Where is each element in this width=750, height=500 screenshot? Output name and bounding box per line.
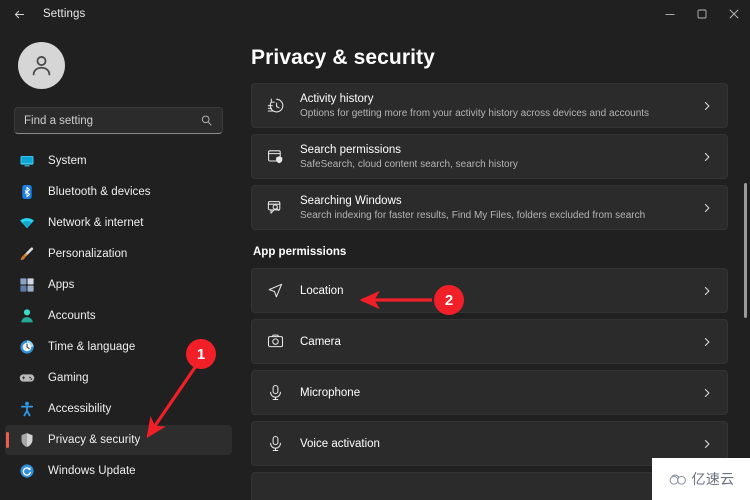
search-box[interactable] bbox=[14, 107, 223, 134]
chevron-right-icon bbox=[700, 286, 714, 296]
annotation-badge-1: 1 bbox=[186, 339, 216, 369]
permission-card-location[interactable]: Location bbox=[251, 268, 728, 313]
maximize-button[interactable] bbox=[686, 0, 718, 28]
card-text: Camera bbox=[300, 335, 700, 349]
card-title: Searching Windows bbox=[300, 194, 402, 207]
sidebar-item-label: Accessibility bbox=[48, 403, 112, 415]
settings-card-searching-windows[interactable]: Searching Windows Search indexing for fa… bbox=[251, 185, 728, 230]
card-title: Search permissions bbox=[300, 143, 401, 156]
accounts-icon bbox=[18, 308, 35, 325]
sidebar-item-label: System bbox=[48, 155, 87, 167]
search-icon bbox=[201, 115, 212, 126]
sidebar-item-apps[interactable]: Apps bbox=[5, 270, 232, 300]
sidebar-item-windows-update[interactable]: Windows Update bbox=[5, 456, 232, 486]
sidebar: System Bluetooth & devices Network & int… bbox=[0, 28, 237, 500]
sidebar-item-personalization[interactable]: Personalization bbox=[5, 239, 232, 269]
cloud-logo-icon bbox=[669, 474, 686, 485]
chevron-right-icon bbox=[700, 439, 714, 449]
close-button[interactable] bbox=[718, 0, 750, 28]
sidebar-item-label: Gaming bbox=[48, 372, 89, 384]
sidebar-item-label: Windows Update bbox=[48, 465, 136, 477]
main-content: Privacy & security Activity history Opti… bbox=[237, 28, 750, 500]
sidebar-item-bluetooth-devices[interactable]: Bluetooth & devices bbox=[5, 177, 232, 207]
gamepad-icon bbox=[18, 370, 35, 387]
window-title: Settings bbox=[43, 8, 86, 20]
sidebar-item-accounts[interactable]: Accounts bbox=[5, 301, 232, 331]
shield-icon bbox=[18, 432, 35, 449]
chevron-right-icon bbox=[700, 388, 714, 398]
settings-card-search-permissions[interactable]: Search permissions SafeSearch, cloud con… bbox=[251, 134, 728, 179]
card-text: Activity history Options for getting mor… bbox=[300, 92, 700, 120]
chevron-right-icon bbox=[700, 101, 714, 111]
settings-window: Settings Find a setting System Bluetooth… bbox=[0, 0, 750, 500]
clock-icon bbox=[18, 339, 35, 356]
search-permissions-icon bbox=[266, 148, 284, 165]
card-subtitle: Options for getting more from your activ… bbox=[300, 107, 650, 119]
sidebar-item-label: Personalization bbox=[48, 248, 128, 260]
back-button[interactable] bbox=[4, 0, 34, 28]
restore-icon bbox=[697, 9, 707, 19]
card-subtitle: Search indexing for faster results, Find… bbox=[300, 209, 646, 221]
card-text: Voice activation bbox=[300, 437, 700, 451]
card-title: Voice activation bbox=[300, 437, 380, 450]
wifi-icon bbox=[18, 215, 35, 232]
card-text: Microphone bbox=[300, 386, 700, 400]
card-text: Searching Windows Search indexing for fa… bbox=[300, 194, 700, 222]
section-heading-app-permissions: App permissions bbox=[253, 246, 347, 258]
chevron-right-icon bbox=[700, 337, 714, 347]
watermark: 亿速云 bbox=[652, 458, 750, 500]
sidebar-item-accessibility[interactable]: Accessibility bbox=[5, 394, 232, 424]
microphone-icon bbox=[266, 435, 284, 452]
activity-history-icon bbox=[266, 97, 284, 114]
searching-windows-icon bbox=[266, 199, 284, 216]
chevron-right-icon bbox=[700, 203, 714, 213]
user-avatar-icon bbox=[32, 56, 51, 76]
bluetooth-icon bbox=[18, 184, 35, 201]
permission-card-microphone[interactable]: Microphone bbox=[251, 370, 728, 415]
location-icon bbox=[266, 282, 284, 299]
camera-icon bbox=[266, 333, 284, 350]
minimize-icon bbox=[665, 14, 675, 15]
back-arrow-icon bbox=[14, 10, 24, 18]
card-title: Activity history bbox=[300, 92, 374, 105]
card-title: Location bbox=[300, 284, 344, 297]
sidebar-item-label: Time & language bbox=[48, 341, 136, 353]
watermark-text: 亿速云 bbox=[691, 472, 735, 488]
annotation-badge-2: 2 bbox=[434, 285, 464, 315]
settings-card-activity-history[interactable]: Activity history Options for getting mor… bbox=[251, 83, 728, 128]
avatar-container bbox=[0, 28, 237, 89]
sidebar-item-label: Apps bbox=[48, 279, 75, 291]
sidebar-item-label: Network & internet bbox=[48, 217, 144, 229]
card-subtitle: SafeSearch, cloud content search, search… bbox=[300, 158, 518, 170]
minimize-button[interactable] bbox=[654, 0, 686, 28]
title-bar: Settings bbox=[0, 0, 750, 28]
sidebar-item-label: Privacy & security bbox=[48, 434, 141, 446]
microphone-icon bbox=[266, 384, 284, 401]
card-text: Search permissions SafeSearch, cloud con… bbox=[300, 143, 700, 171]
avatar[interactable] bbox=[18, 42, 65, 89]
card-title: Camera bbox=[300, 335, 341, 348]
search-input[interactable] bbox=[24, 114, 200, 127]
sidebar-item-system[interactable]: System bbox=[5, 146, 232, 176]
content-scrollbar[interactable] bbox=[744, 183, 747, 318]
system-icon bbox=[18, 153, 35, 170]
sidebar-nav: System Bluetooth & devices Network & int… bbox=[0, 146, 237, 486]
page-title: Privacy & security bbox=[251, 46, 435, 69]
accessibility-icon bbox=[18, 401, 35, 418]
paintbrush-icon bbox=[18, 246, 35, 263]
sidebar-item-label: Bluetooth & devices bbox=[48, 186, 151, 198]
permission-card-camera[interactable]: Camera bbox=[251, 319, 728, 364]
sidebar-item-privacy-security[interactable]: Privacy & security bbox=[5, 425, 232, 455]
chevron-right-icon bbox=[700, 152, 714, 162]
close-icon bbox=[729, 9, 739, 19]
apps-icon bbox=[18, 277, 35, 294]
card-title: Microphone bbox=[300, 386, 361, 399]
sidebar-item-network-internet[interactable]: Network & internet bbox=[5, 208, 232, 238]
update-icon bbox=[18, 463, 35, 480]
card-text: Location bbox=[300, 284, 700, 298]
sidebar-item-label: Accounts bbox=[48, 310, 96, 322]
window-controls bbox=[654, 0, 750, 28]
settings-card-list: Activity history Options for getting mor… bbox=[237, 70, 750, 500]
